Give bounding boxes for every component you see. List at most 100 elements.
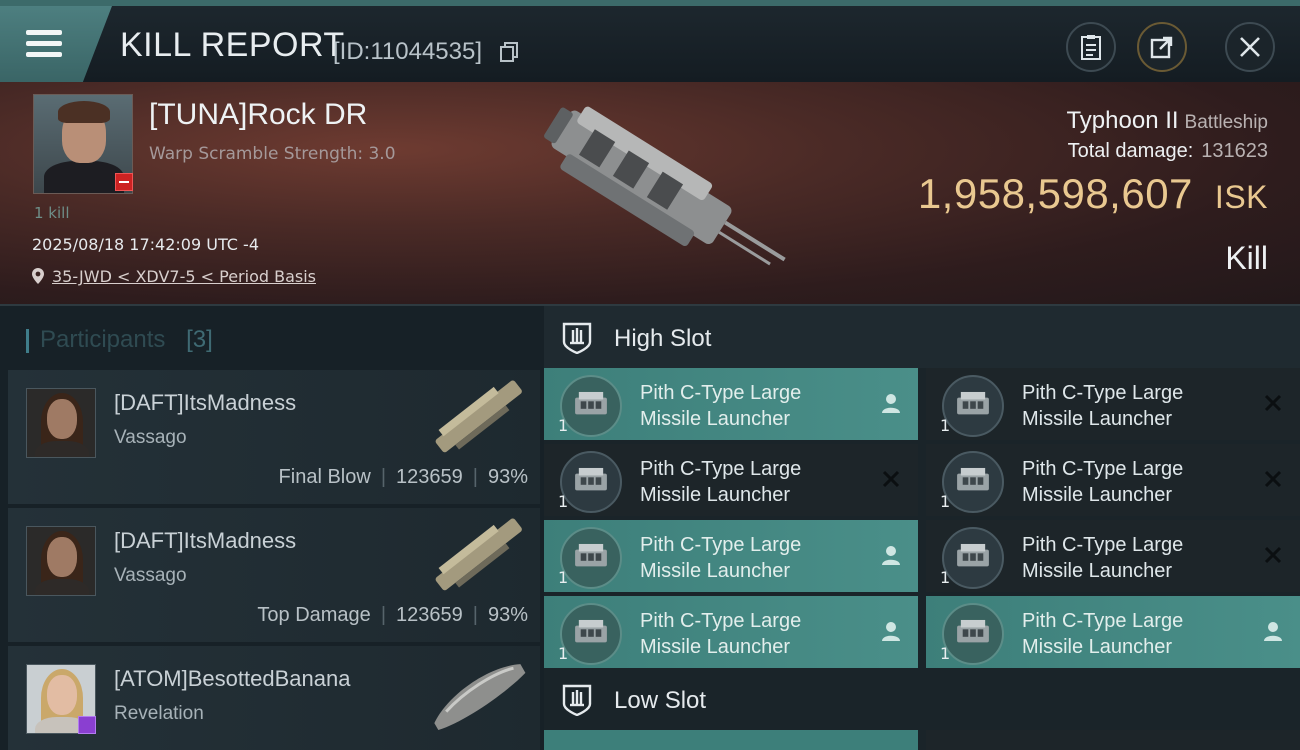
module-slot[interactable]: 1 Pith C-Type Large Missile Launcher: [926, 368, 1300, 440]
participant-row[interactable]: [DAFT]ItsMadness Vassago Top Damage | 1236…: [8, 508, 540, 642]
module-quantity: 1: [940, 416, 951, 435]
module-name: Pith C-Type Large Missile Launcher: [1022, 456, 1183, 508]
pilot-icon: [1264, 622, 1282, 641]
hamburger-icon: [26, 30, 62, 58]
warp-scramble-strength: Warp Scramble Strength: 3.0: [149, 144, 396, 164]
kill-datetime: 2025/08/18 17:42:09 UTC -4: [32, 235, 260, 254]
participant-name: [DAFT]ItsMadness: [114, 528, 297, 553]
avatar[interactable]: [26, 526, 96, 596]
destroyed-icon: [1264, 470, 1282, 488]
participants-label: Participants: [40, 326, 166, 353]
participant-damage: 123659: [396, 466, 463, 488]
missile-launcher-icon: [560, 375, 622, 437]
module-name-line2: Missile Launcher: [1022, 484, 1173, 506]
missile-launcher-icon: [942, 527, 1004, 589]
share-button[interactable]: [1137, 22, 1187, 72]
missile-launcher-icon: [942, 451, 1004, 513]
participant-row[interactable]: [DAFT]ItsMadness Vassago Final Blow | 1236…: [8, 370, 540, 504]
low-slot-label: Low Slot: [614, 687, 707, 714]
participants-panel: Participants [3] [DAFT]ItsMadness Vassag…: [0, 306, 544, 750]
module-name-line1: Pith C-Type Large: [640, 382, 802, 404]
victim-name[interactable]: [TUNA]Rock DR: [149, 98, 367, 132]
module-name-line1: Pith C-Type Large: [1022, 610, 1184, 632]
location-pin-icon: [32, 268, 44, 284]
location-link[interactable]: 35-JWD < XDV7-5 < Period Basis: [52, 267, 316, 286]
module-name: Pith C-Type Large Missile Launcher: [640, 380, 801, 432]
module-quantity: 1: [940, 492, 951, 511]
module-name: Pith C-Type Large Missile Launcher: [1022, 608, 1183, 660]
module-quantity: 1: [558, 416, 569, 435]
module-name: Pith C-Type Large Missile Launcher: [640, 608, 801, 660]
report-type: Kill: [1225, 240, 1268, 276]
pilot-icon: [882, 394, 900, 413]
participant-stats: Final Blow | 123659 | 93%: [278, 466, 528, 488]
module-quantity: 1: [940, 568, 951, 587]
module-name: Pith C-Type Large Missile Launcher: [1022, 380, 1183, 432]
pilot-icon: [882, 622, 900, 641]
fitting-panel: High Slot 1 Pith C-Type Large Missile Laun…: [544, 306, 1300, 750]
module-slot[interactable]: 1 Pith C-Type Large Missile Launcher: [926, 596, 1300, 668]
participants-count: [3]: [186, 326, 213, 353]
isk-unit: ISK: [1214, 179, 1268, 215]
low-slot-module-partial[interactable]: [544, 730, 918, 750]
low-slot-module-partial[interactable]: [926, 730, 1300, 750]
module-name-line1: Pith C-Type Large: [640, 458, 802, 480]
module-name: Pith C-Type Large Missile Launcher: [1022, 532, 1183, 584]
kill-location[interactable]: 35-JWD < XDV7-5 < Period Basis: [32, 267, 316, 286]
module-name-line2: Missile Launcher: [640, 636, 791, 658]
participant-ship-image: [435, 518, 522, 591]
module-name-line1: Pith C-Type Large: [640, 610, 802, 632]
missile-launcher-icon: [560, 527, 622, 589]
module-name-line2: Missile Launcher: [1022, 560, 1173, 582]
total-damage-value: 131623: [1201, 140, 1268, 162]
module-name-line2: Missile Launcher: [1022, 636, 1173, 658]
participant-ship: Revelation: [114, 703, 204, 724]
close-button[interactable]: [1225, 22, 1275, 72]
close-icon: [1240, 37, 1260, 57]
high-slot-icon: [562, 322, 592, 354]
high-slot-label: High Slot: [614, 325, 712, 352]
page-title: KILL REPORT: [120, 26, 345, 64]
high-slot-header: High Slot: [544, 306, 1300, 368]
top-bar: KILL REPORT [ID:11044535]: [0, 0, 1300, 82]
missile-launcher-icon: [942, 375, 1004, 437]
copy-icon[interactable]: [500, 42, 518, 62]
rank-badge-icon: [78, 716, 96, 734]
module-name-line1: Pith C-Type Large: [640, 534, 802, 556]
victim-banner: [TUNA]Rock DR Warp Scramble Strength: 3.…: [0, 82, 1300, 306]
isk-amount: 1,958,598,607: [917, 170, 1193, 217]
participant-ship: Vassago: [114, 565, 187, 586]
module-slot[interactable]: 1 Pith C-Type Large Missile Launcher: [544, 596, 918, 668]
destroyed-icon: [1264, 394, 1282, 412]
isk-value: 1,958,598,607 ISK: [918, 170, 1268, 218]
participant-percent: 93%: [487, 604, 528, 626]
low-slot-header: Low Slot: [544, 668, 1300, 730]
menu-button[interactable]: [0, 6, 112, 82]
destroyed-icon: [1264, 546, 1282, 564]
clipboard-icon: [1081, 35, 1101, 60]
module-quantity: 1: [558, 568, 569, 587]
avatar[interactable]: [26, 388, 96, 458]
participant-ship-image: [434, 664, 526, 731]
participant-name: [ATOM]BesottedBanana: [114, 666, 351, 691]
module-slot[interactable]: 1 Pith C-Type Large Missile Launcher: [926, 520, 1300, 592]
module-quantity: 1: [558, 492, 569, 511]
destroyed-icon: [882, 470, 900, 488]
participant-ship-image: [435, 380, 522, 453]
participant-row[interactable]: [ATOM]BesottedBanana Revelation: [8, 646, 540, 750]
clipboard-button[interactable]: [1066, 22, 1116, 72]
participant-percent: 93%: [487, 466, 528, 488]
module-slot[interactable]: 1 Pith C-Type Large Missile Launcher: [544, 444, 918, 516]
module-name-line2: Missile Launcher: [640, 484, 791, 506]
module-slot[interactable]: 1 Pith C-Type Large Missile Launcher: [926, 444, 1300, 516]
total-damage: Total damage: 131623: [1068, 140, 1268, 163]
kill-count: 1 kill: [34, 204, 70, 222]
module-slot[interactable]: 1 Pith C-Type Large Missile Launcher: [544, 368, 918, 440]
participant-role: Final Blow: [278, 466, 371, 488]
module-quantity: 1: [940, 644, 951, 663]
share-icon: [1150, 36, 1173, 59]
module-slot[interactable]: 1 Pith C-Type Large Missile Launcher: [544, 520, 918, 592]
missile-launcher-icon: [942, 603, 1004, 665]
ship-name[interactable]: Typhoon II: [1066, 107, 1178, 134]
module-name-line1: Pith C-Type Large: [1022, 534, 1184, 556]
